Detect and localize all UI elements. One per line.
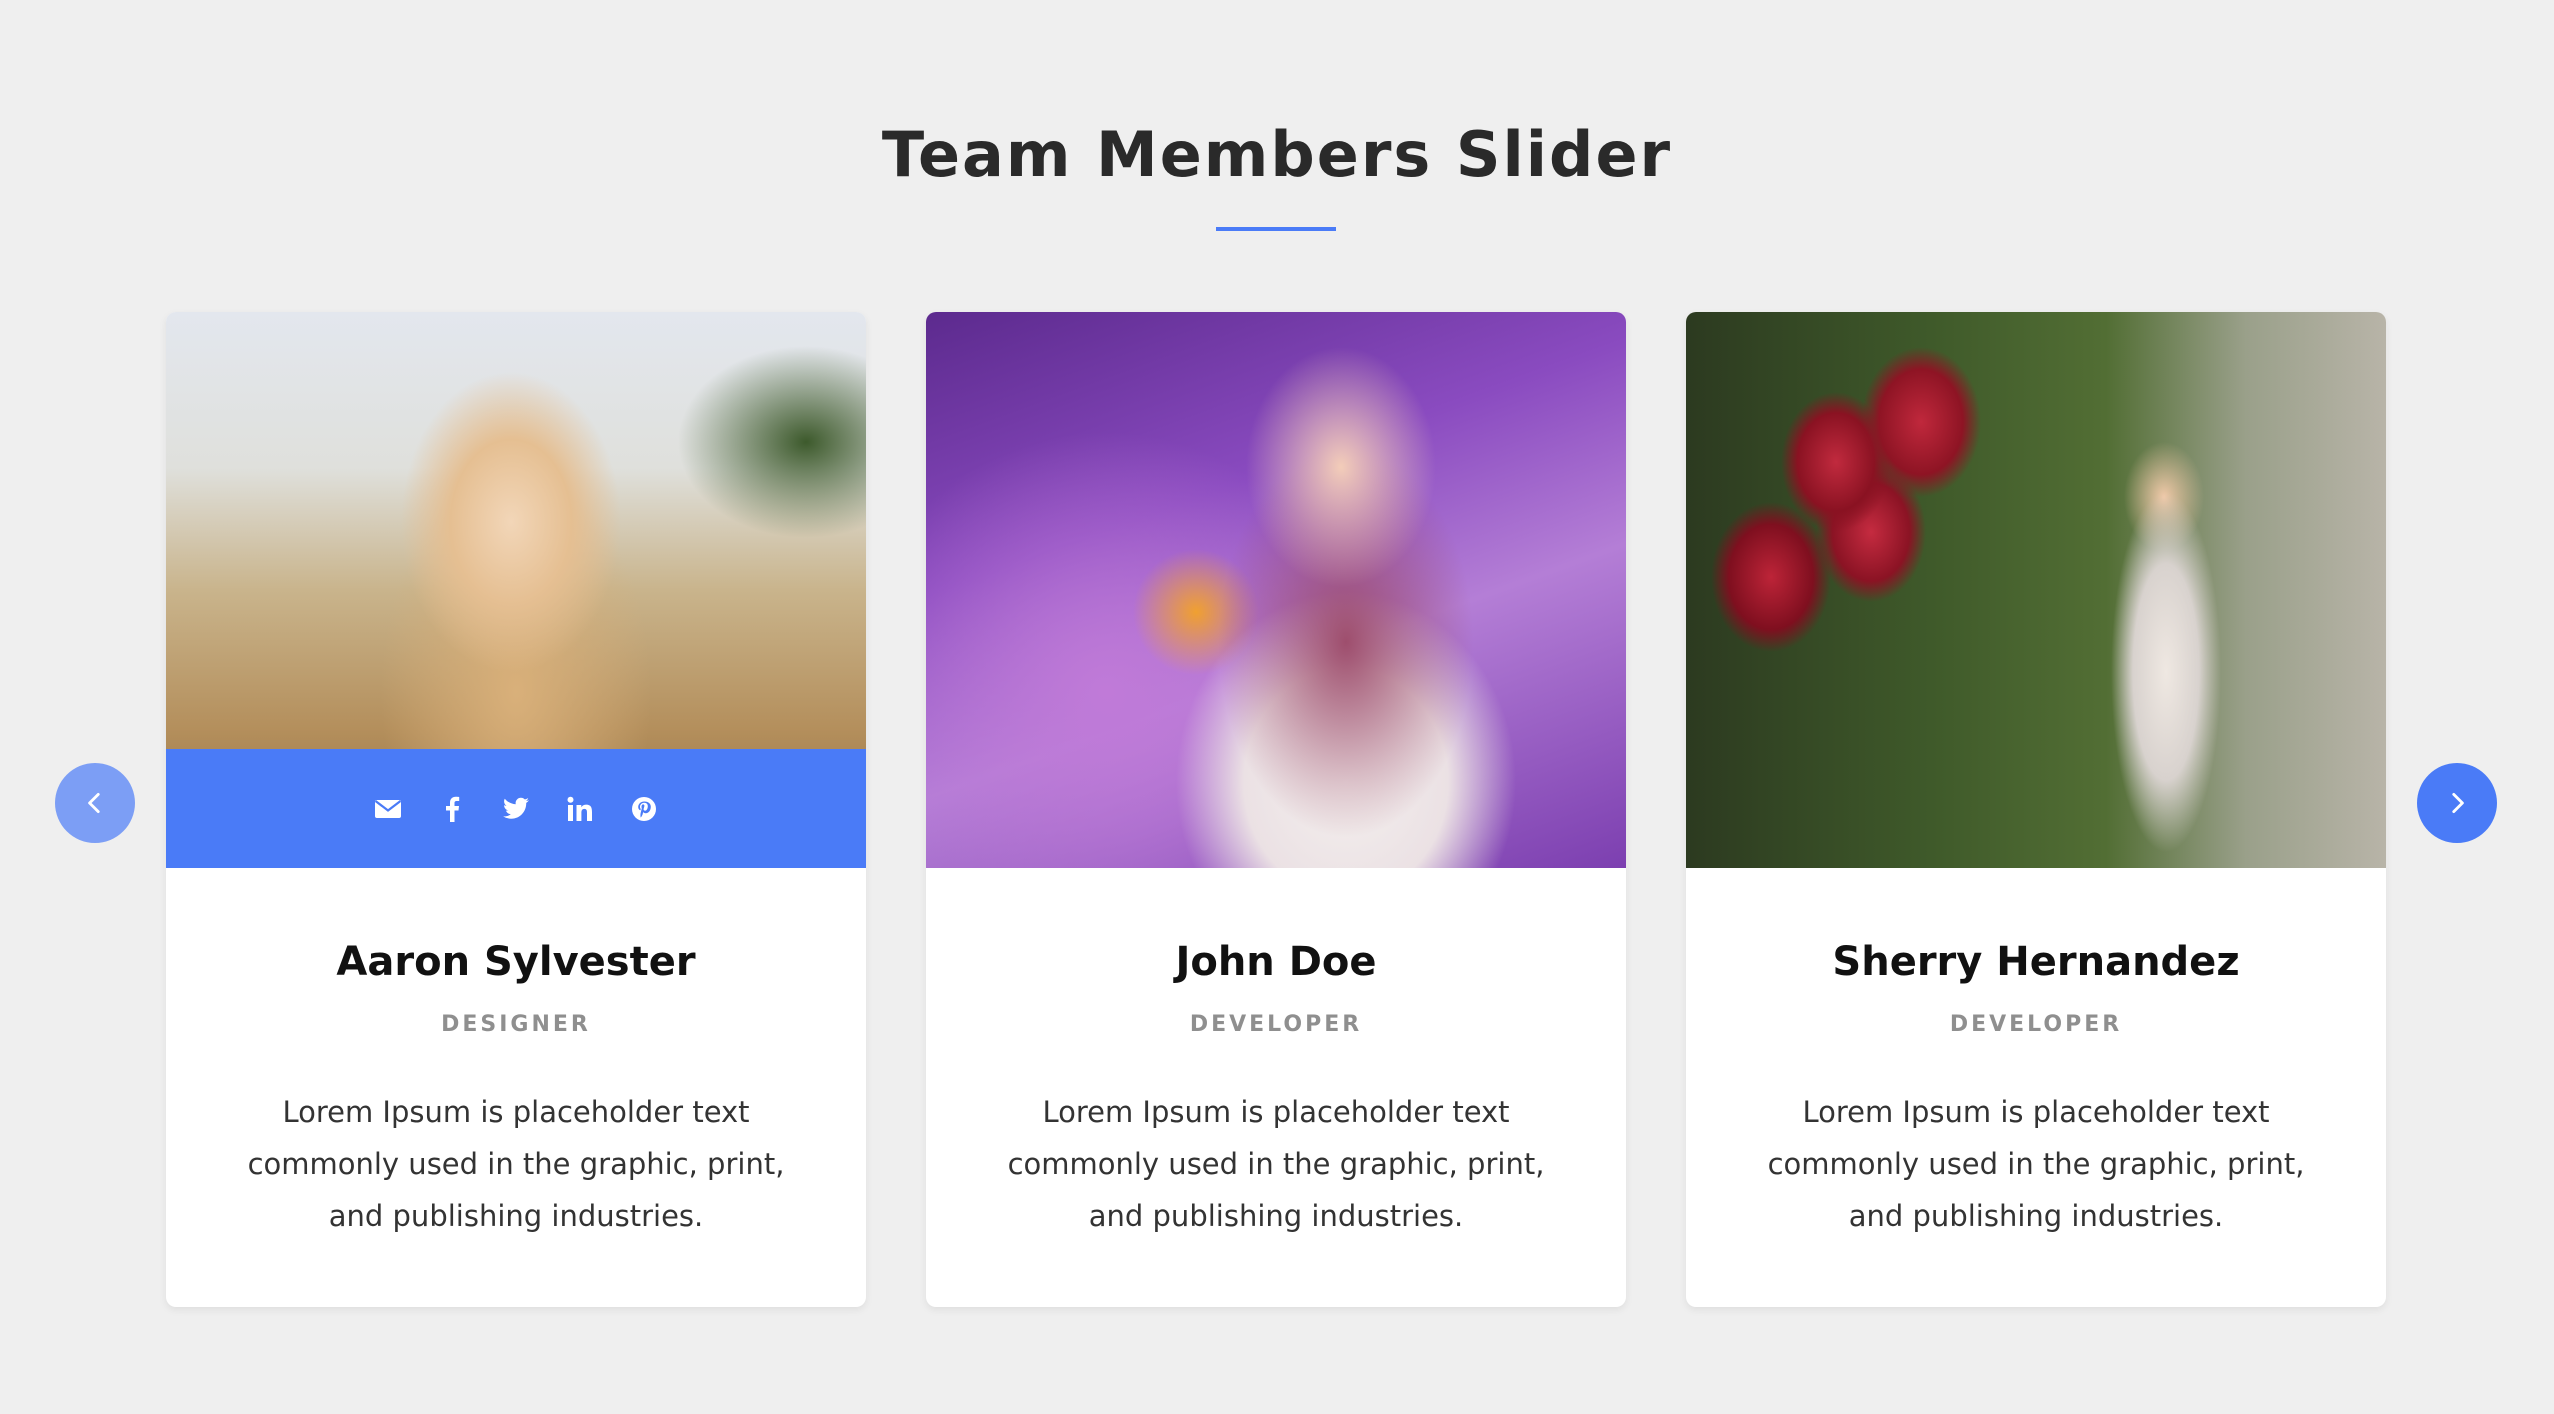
team-member-card[interactable]: John Doe DEVELOPER Lorem Ipsum is placeh… — [926, 312, 1626, 1307]
team-member-card[interactable]: Sherry Hernandez DEVELOPER Lorem Ipsum i… — [1686, 312, 2386, 1307]
slider-prev-button[interactable] — [55, 763, 135, 843]
title-underline — [1216, 227, 1336, 231]
section-title: Team Members Slider — [881, 118, 1673, 191]
member-bio: Lorem Ipsum is placeholder text commonly… — [247, 1095, 785, 1233]
linkedin-icon[interactable] — [565, 794, 595, 824]
member-info: Aaron Sylvester DESIGNER Lorem Ipsum is … — [166, 936, 866, 1242]
slider-next-button[interactable] — [2417, 763, 2497, 843]
member-name: Sherry Hernandez — [1832, 939, 2240, 985]
envelope-icon[interactable] — [373, 794, 403, 824]
member-photo — [1686, 312, 2386, 868]
member-role: DEVELOPER — [1949, 1012, 2123, 1037]
team-slider-page: Team Members Slider Aaron Sylvester DESI… — [0, 0, 2554, 1414]
pinterest-icon[interactable] — [629, 794, 659, 824]
team-member-card[interactable]: Aaron Sylvester DESIGNER Lorem Ipsum is … — [166, 312, 866, 1307]
member-role: DEVELOPER — [1189, 1012, 1363, 1037]
member-role: DESIGNER — [441, 1012, 591, 1037]
member-bio: Lorem Ipsum is placeholder text commonly… — [1007, 1095, 1545, 1233]
facebook-icon[interactable] — [437, 794, 467, 824]
member-info: John Doe DEVELOPER Lorem Ipsum is placeh… — [926, 936, 1626, 1242]
chevron-left-icon — [88, 792, 100, 814]
chevron-right-icon — [2452, 792, 2464, 814]
member-info: Sherry Hernandez DEVELOPER Lorem Ipsum i… — [1686, 936, 2386, 1242]
member-name: Aaron Sylvester — [336, 939, 696, 985]
twitter-icon[interactable] — [501, 794, 531, 824]
member-photo — [926, 312, 1626, 868]
member-name: John Doe — [1175, 939, 1377, 985]
member-bio: Lorem Ipsum is placeholder text commonly… — [1767, 1095, 2305, 1233]
member-photo — [166, 312, 866, 868]
social-links-bar — [166, 749, 866, 868]
